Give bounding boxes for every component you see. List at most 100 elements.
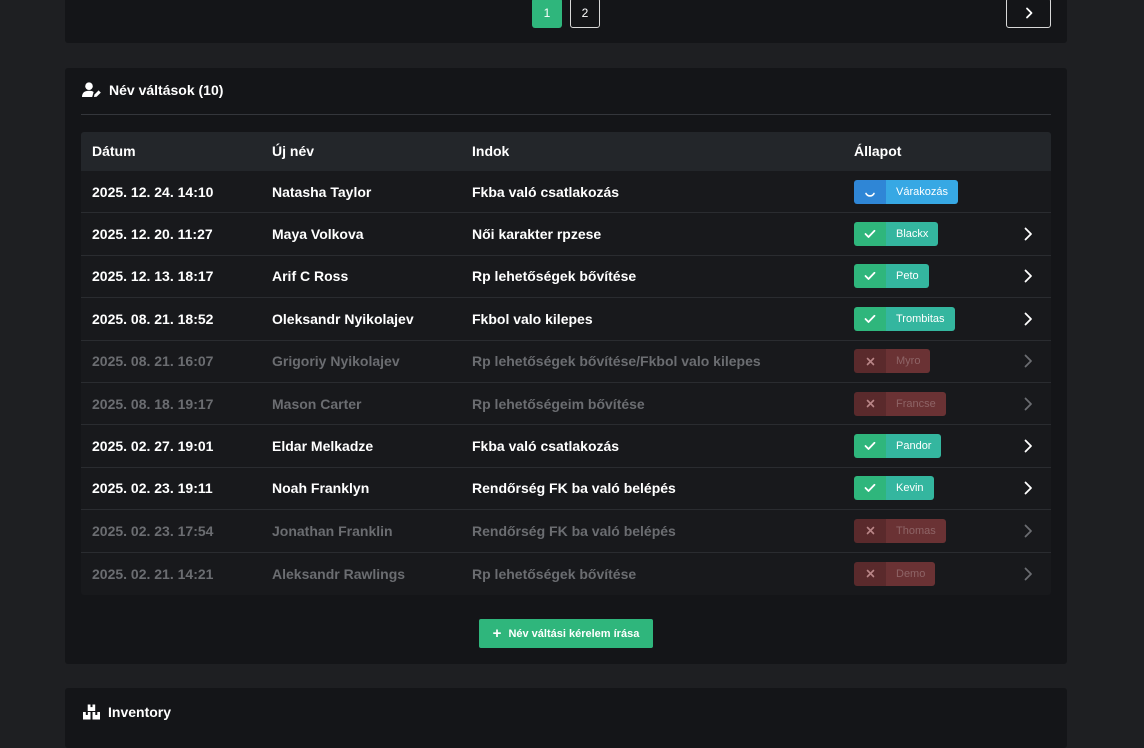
- column-new-name: Új név: [272, 143, 315, 159]
- table-row: 2025. 12. 24. 14:10 Natasha Taylor Fkba va…: [81, 171, 1051, 214]
- next-page-button[interactable]: [1006, 0, 1051, 28]
- check-icon: [854, 306, 886, 331]
- status-badge: Demo: [854, 561, 936, 586]
- row-new-name: Natasha Taylor: [272, 183, 372, 200]
- row-new-name: Eldar Melkadze: [272, 438, 374, 455]
- chevron-right-icon[interactable]: [1021, 269, 1035, 283]
- chevron-right-icon[interactable]: [1021, 397, 1035, 411]
- row-reason: Rp lehetőségek bővítése/Fkbol valo kilep…: [472, 353, 761, 370]
- row-date: 2025. 02. 23. 17:54: [92, 522, 214, 539]
- user-edit-icon: [82, 82, 101, 97]
- close-icon: [854, 518, 886, 543]
- status-label: Várakozás: [886, 179, 958, 204]
- row-date: 2025. 02. 21. 14:21: [92, 565, 214, 582]
- name-changes-header: Név váltások (10): [82, 82, 223, 98]
- plus-icon: +: [492, 625, 502, 642]
- status-badge: Várakozás: [854, 179, 958, 204]
- table-row[interactable]: 2025. 08. 21. 18:52 Oleksandr Nyikolajev F…: [81, 298, 1051, 341]
- status-label: Francse: [886, 391, 946, 416]
- chevron-right-icon[interactable]: [1021, 354, 1035, 368]
- status-badge: Thomas: [854, 518, 946, 543]
- chevron-right-icon[interactable]: [1021, 524, 1035, 538]
- table-header: Dátum Új név Indok Állapot: [81, 132, 1051, 171]
- row-date: 2025. 02. 23. 19:11: [92, 480, 213, 497]
- row-new-name: Noah Franklyn: [272, 480, 370, 497]
- row-reason: Fkba való csatlakozás: [472, 183, 620, 200]
- row-reason: Rp lehetőségeim bővítése: [472, 395, 645, 412]
- status-label: Pandor: [886, 434, 942, 459]
- status-label: Peto: [886, 264, 929, 289]
- page-2-button[interactable]: 2: [570, 0, 600, 28]
- status-label: Demo: [886, 561, 936, 586]
- status-badge: Myro: [854, 349, 931, 374]
- row-new-name: Oleksandr Nyikolajev: [272, 310, 414, 327]
- check-icon: [854, 476, 886, 501]
- status-label: Myro: [886, 349, 931, 374]
- header-divider: [81, 114, 1051, 115]
- column-date: Dátum: [92, 143, 136, 159]
- inventory-title: Inventory: [108, 704, 172, 720]
- row-date: 2025. 02. 27. 19:01: [92, 438, 214, 455]
- table-row[interactable]: 2025. 08. 21. 16:07 Grigoriy Nyikolajev Rp…: [81, 341, 1051, 383]
- row-new-name: Aleksandr Rawlings: [272, 565, 406, 582]
- table-row[interactable]: 2025. 12. 20. 11:27 Maya Volkova Női karak…: [81, 213, 1051, 256]
- row-reason: Rendőrség FK ba való belépés: [472, 480, 676, 497]
- table-row[interactable]: 2025. 02. 21. 14:21 Aleksandr Rawlings Rp …: [81, 553, 1051, 595]
- row-date: 2025. 12. 20. 11:27: [92, 226, 213, 243]
- row-reason: Női karakter rpzese: [472, 226, 602, 243]
- row-date: 2025. 08. 21. 16:07: [92, 353, 214, 370]
- status-badge: Kevin: [854, 476, 934, 501]
- spinner-icon: [854, 179, 886, 204]
- row-reason: Rendőrség FK ba való belépés: [472, 522, 676, 539]
- table-row[interactable]: 2025. 08. 18. 19:17 Mason Carter Rp lehető…: [81, 383, 1051, 426]
- chevron-right-icon[interactable]: [1021, 481, 1035, 495]
- chevron-right-icon[interactable]: [1021, 567, 1035, 581]
- column-reason: Indok: [472, 143, 510, 159]
- status-badge: Francse: [854, 391, 946, 416]
- row-date: 2025. 12. 13. 18:17: [92, 268, 214, 285]
- row-new-name: Mason Carter: [272, 395, 362, 412]
- boxes-icon: [83, 704, 100, 720]
- chevron-right-icon[interactable]: [1021, 312, 1035, 326]
- write-request-button[interactable]: + Név váltási kérelem írása: [479, 619, 653, 648]
- status-badge: Peto: [854, 264, 929, 289]
- table-row[interactable]: 2025. 02. 23. 19:11 Noah Franklyn Rendőrsé…: [81, 468, 1051, 511]
- chevron-right-icon[interactable]: [1021, 227, 1035, 241]
- row-reason: Fkba való csatlakozás: [472, 438, 620, 455]
- status-badge: Blackx: [854, 222, 939, 247]
- close-icon: [854, 561, 886, 586]
- column-status: Állapot: [854, 143, 902, 159]
- inventory-card: Inventory: [65, 688, 1067, 748]
- status-badge: Pandor: [854, 434, 942, 459]
- pagination-card: 1 2: [65, 0, 1067, 43]
- table-body: 2025. 12. 24. 14:10 Natasha Taylor Fkba va…: [81, 171, 1051, 595]
- status-label: Blackx: [886, 222, 939, 247]
- close-icon: [854, 391, 886, 416]
- write-request-label: Név váltási kérelem írása: [508, 627, 640, 640]
- status-badge: Trombitas: [854, 306, 955, 331]
- row-new-name: Jonathan Franklin: [272, 522, 393, 539]
- check-icon: [854, 264, 886, 289]
- close-icon: [854, 349, 886, 374]
- chevron-right-icon: [1025, 7, 1032, 19]
- name-changes-table: Dátum Új név Indok Állapot 2025. 12. 24.…: [81, 132, 1051, 595]
- table-row[interactable]: 2025. 12. 13. 18:17 Arif C Ross Rp lehetős…: [81, 256, 1051, 299]
- row-date: 2025. 08. 21. 18:52: [92, 310, 214, 327]
- row-new-name: Grigoriy Nyikolajev: [272, 353, 400, 370]
- table-row[interactable]: 2025. 02. 23. 17:54 Jonathan Franklin Rend…: [81, 510, 1051, 553]
- table-row[interactable]: 2025. 02. 27. 19:01 Eldar Melkadze Fkba va…: [81, 425, 1051, 468]
- row-reason: Rp lehetőségek bővítése: [472, 268, 637, 285]
- row-reason: Rp lehetőségek bővítése: [472, 565, 637, 582]
- chevron-right-icon[interactable]: [1021, 439, 1035, 453]
- inventory-header: Inventory: [82, 704, 171, 720]
- row-new-name: Arif C Ross: [272, 268, 349, 285]
- check-icon: [854, 434, 886, 459]
- status-label: Trombitas: [886, 306, 955, 331]
- row-date: 2025. 12. 24. 14:10: [92, 183, 214, 200]
- status-label: Kevin: [886, 476, 934, 501]
- name-changes-title: Név váltások (10): [109, 82, 224, 98]
- row-reason: Fkbol valo kilepes: [472, 310, 593, 327]
- page-1-button[interactable]: 1: [532, 0, 562, 28]
- row-date: 2025. 08. 18. 19:17: [92, 395, 214, 412]
- check-icon: [854, 222, 886, 247]
